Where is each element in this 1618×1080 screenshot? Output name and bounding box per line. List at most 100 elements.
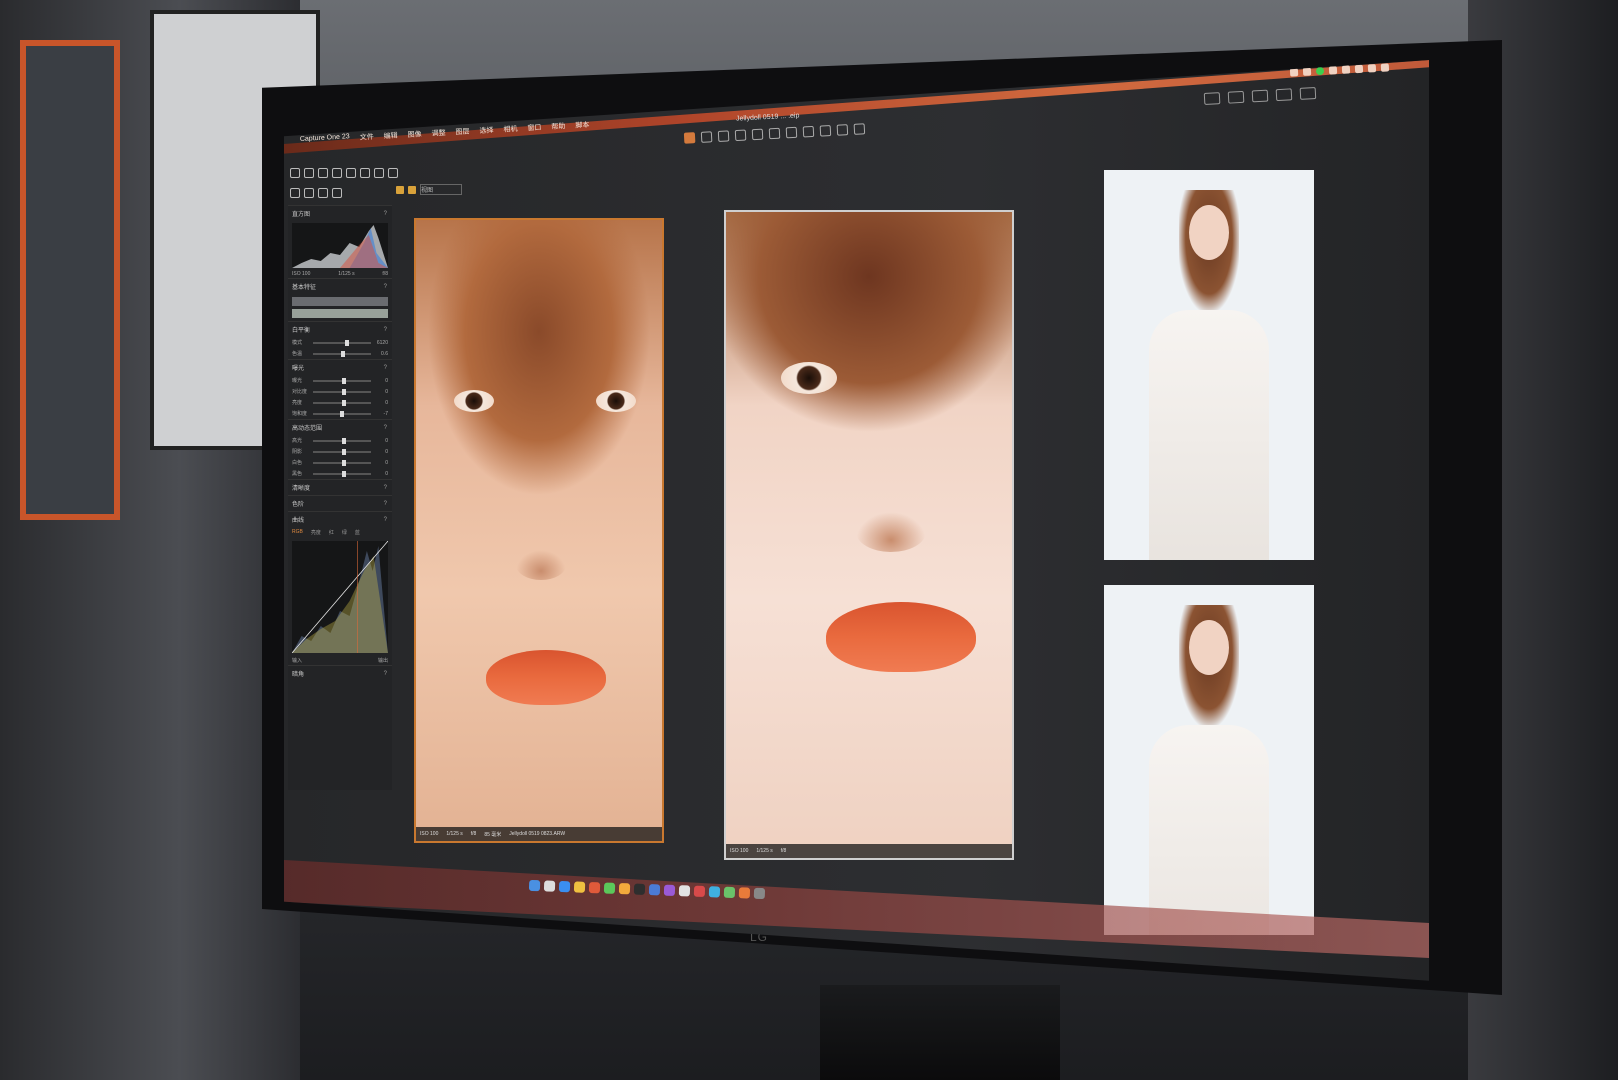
trash-icon[interactable] xyxy=(753,887,766,900)
calendar-icon[interactable] xyxy=(588,881,601,894)
section-tools[interactable]: ? xyxy=(384,517,388,523)
clone-tool-icon[interactable] xyxy=(836,124,849,136)
tab-red[interactable]: 红 xyxy=(329,529,334,536)
single-view-icon[interactable] xyxy=(396,185,404,194)
menu-item-camera[interactable]: 相机 xyxy=(503,124,518,135)
undo-icon[interactable] xyxy=(332,168,342,178)
zoom-tool-icon[interactable] xyxy=(700,131,713,143)
slider-row[interactable]: 白色 0 xyxy=(288,457,392,468)
tab-rgb[interactable]: RGB xyxy=(292,529,303,536)
grid-button[interactable] xyxy=(1227,90,1245,104)
clarity-header[interactable]: 清晰度 ? xyxy=(288,479,392,495)
slider-row[interactable]: 亮度 0 xyxy=(288,397,392,408)
slider-row[interactable]: 色温 0.6 xyxy=(288,348,392,359)
launchpad-icon[interactable] xyxy=(543,880,556,892)
lens-tab-icon[interactable] xyxy=(290,188,300,198)
menu-item-help[interactable]: 帮助 xyxy=(551,121,566,132)
app-icon[interactable] xyxy=(708,886,721,898)
camera-connected-icon[interactable] xyxy=(1315,66,1325,76)
library-tab-icon[interactable] xyxy=(374,168,384,178)
tab-green[interactable]: 绿 xyxy=(342,529,347,536)
curve-editor[interactable] xyxy=(292,541,388,653)
exposure-warning-button[interactable] xyxy=(1275,88,1293,102)
terminal-icon[interactable] xyxy=(633,883,646,895)
slider-row[interactable]: 高光 0 xyxy=(288,435,392,446)
section-tools[interactable]: ? xyxy=(384,425,388,431)
compare-button[interactable] xyxy=(1251,89,1269,103)
section-tools[interactable]: ? xyxy=(384,671,388,677)
safari-icon[interactable] xyxy=(558,880,571,893)
section-tools[interactable]: ? xyxy=(384,211,388,217)
viewer-image-secondary[interactable]: ISO 100 1/125 s f/8 xyxy=(724,210,1014,860)
menu-item-image[interactable]: 图像 xyxy=(407,129,422,140)
finder-icon[interactable] xyxy=(528,879,541,892)
rotate-tool-icon[interactable] xyxy=(734,129,747,142)
multi-view-icon[interactable] xyxy=(408,185,416,194)
levels-header[interactable]: 色阶 ? xyxy=(288,495,392,511)
vignette-header[interactable]: 暗角 ? xyxy=(288,665,392,681)
messages-icon[interactable] xyxy=(603,882,616,894)
browser-thumbnail[interactable] xyxy=(1104,170,1314,560)
view-select[interactable]: 视图 xyxy=(420,184,462,195)
menu-item-file[interactable]: 文件 xyxy=(359,132,374,143)
export-icon[interactable] xyxy=(304,168,314,178)
photos-icon[interactable] xyxy=(618,883,631,895)
section-tools[interactable]: ? xyxy=(384,327,388,333)
menu-item-layer[interactable]: 图层 xyxy=(455,127,470,138)
curve-header[interactable]: 曲线 ? xyxy=(288,511,392,527)
eraser-tool-icon[interactable] xyxy=(785,126,798,139)
slider-row[interactable]: 对比度 0 xyxy=(288,386,392,397)
crop-tool-icon[interactable] xyxy=(717,130,730,142)
pan-tool-icon[interactable] xyxy=(683,132,696,144)
status-icon[interactable] xyxy=(1289,68,1299,77)
print-button[interactable] xyxy=(1299,87,1317,100)
basic-header[interactable]: 基本特征 ? xyxy=(288,278,392,294)
clock-icon[interactable] xyxy=(1380,63,1390,72)
histogram-header[interactable]: 直方图 ? xyxy=(288,205,392,221)
menu-item-select[interactable]: 选择 xyxy=(479,125,494,136)
import-icon[interactable] xyxy=(290,168,300,178)
proof-button[interactable] xyxy=(1203,92,1221,105)
exposure-tab-icon[interactable] xyxy=(318,188,328,198)
white-balance-header[interactable]: 白平衡 ? xyxy=(288,321,392,337)
browser-thumbnail[interactable] xyxy=(1104,585,1314,935)
heal-tool-icon[interactable] xyxy=(819,125,832,137)
brush-tool-icon[interactable] xyxy=(768,127,781,140)
menu-item-edit[interactable]: 编辑 xyxy=(383,131,398,142)
menu-item-script[interactable]: 脚本 xyxy=(575,120,590,131)
gradient-tool-icon[interactable] xyxy=(802,125,815,138)
menu-item-adjust[interactable]: 调整 xyxy=(431,128,446,139)
wifi-icon[interactable] xyxy=(1354,64,1364,74)
camera-icon[interactable] xyxy=(318,168,328,178)
exposure-header[interactable]: 曝光 ? xyxy=(288,359,392,375)
status-icon[interactable] xyxy=(1328,66,1338,75)
section-tools[interactable]: ? xyxy=(384,365,388,371)
redo-icon[interactable] xyxy=(346,168,356,178)
preset-button[interactable] xyxy=(292,297,388,306)
app-icon[interactable] xyxy=(723,886,736,899)
tab-blue[interactable]: 蓝 xyxy=(355,529,360,536)
section-tools[interactable]: ? xyxy=(384,485,388,491)
music-icon[interactable] xyxy=(663,884,676,896)
capture-tab-icon[interactable] xyxy=(388,168,398,178)
keystone-tool-icon[interactable] xyxy=(751,128,764,141)
style-button[interactable] xyxy=(292,309,388,318)
picker-tool-icon[interactable] xyxy=(853,123,866,135)
battery-icon[interactable] xyxy=(1367,64,1377,73)
settings-icon[interactable] xyxy=(678,885,691,897)
slider-row[interactable]: 曝光 0 xyxy=(288,375,392,386)
slider-row[interactable]: 黑色 0 xyxy=(288,468,392,479)
auto-adjust-icon[interactable] xyxy=(360,168,370,178)
section-tools[interactable]: ? xyxy=(384,284,388,290)
notes-icon[interactable] xyxy=(573,881,586,893)
capture-one-icon[interactable] xyxy=(693,885,706,898)
mail-icon[interactable] xyxy=(648,884,661,896)
slider-row[interactable]: 模式 6120 xyxy=(288,337,392,348)
app-icon[interactable] xyxy=(738,887,751,899)
viewer-image-primary[interactable]: ISO 100 1/125 s f/8 85 毫米 Jellydoll 0519… xyxy=(414,218,664,843)
status-icon[interactable] xyxy=(1302,67,1312,76)
slider-row[interactable]: 阴影 0 xyxy=(288,446,392,457)
status-icon[interactable] xyxy=(1341,65,1351,74)
color-tab-icon[interactable] xyxy=(304,188,314,198)
tab-luma[interactable]: 亮度 xyxy=(311,529,321,536)
